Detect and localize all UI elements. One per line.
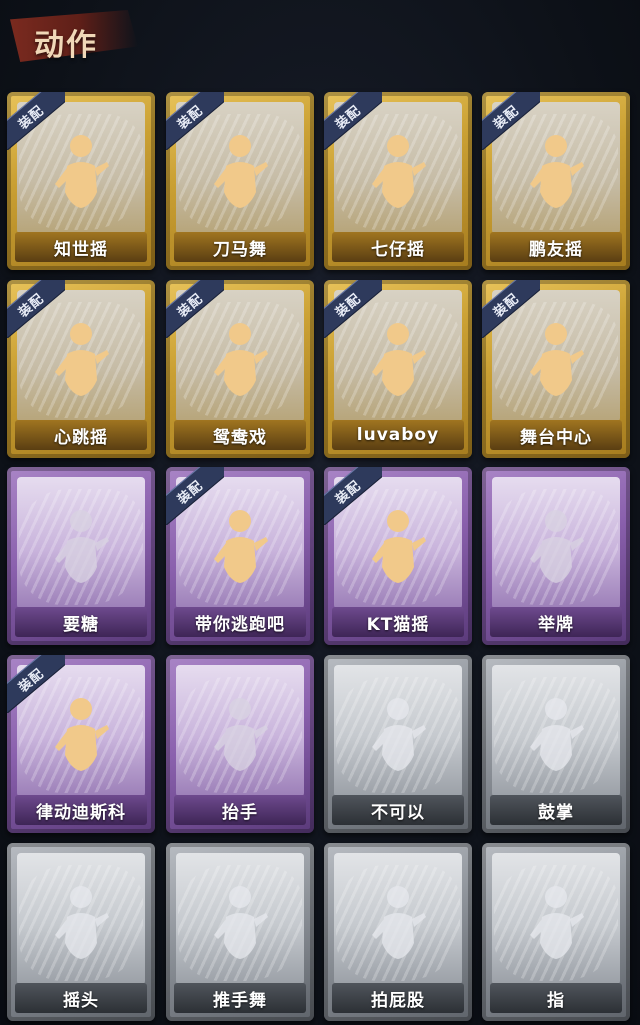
- emote-card[interactable]: 律动迪斯科 装配: [7, 655, 155, 833]
- equipped-label: 装配: [15, 290, 47, 321]
- card-label-bar: 拍屁股: [332, 983, 464, 1013]
- emote-card[interactable]: 举牌: [482, 467, 630, 645]
- card-label-bar: 鸳鸯戏: [174, 420, 306, 450]
- card-label-bar: 要糖: [15, 607, 147, 637]
- emote-card[interactable]: 鹏友摇 装配: [482, 92, 630, 270]
- emote-name: 律动迪斯科: [36, 802, 126, 823]
- emote-name: 摇头: [63, 990, 99, 1011]
- emote-card[interactable]: KT猫摇 装配: [324, 467, 472, 645]
- equipped-label: 装配: [15, 102, 47, 133]
- card-label-bar: KT猫摇: [332, 607, 464, 637]
- emote-card[interactable]: 抬手: [166, 655, 314, 833]
- card-label-bar: 知世摇: [15, 232, 147, 262]
- bending-figure-icon: [368, 883, 428, 967]
- equipped-badge: 装配: [7, 92, 65, 150]
- equipped-badge: 装配: [166, 467, 224, 525]
- emote-card[interactable]: 鼓掌: [482, 655, 630, 833]
- card-label-bar: 抬手: [174, 795, 306, 825]
- equipped-badge: 装配: [166, 280, 224, 338]
- emote-card[interactable]: 知世摇 装配: [7, 92, 155, 270]
- emote-name: 舞台中心: [520, 427, 592, 448]
- card-label-bar: 鹏友摇: [490, 232, 622, 262]
- emote-card[interactable]: 刀马舞 装配: [166, 92, 314, 270]
- emote-card[interactable]: 鸳鸯戏 装配: [166, 280, 314, 458]
- emote-card[interactable]: 拍屁股: [324, 843, 472, 1021]
- card-label-bar: 推手舞: [174, 983, 306, 1013]
- emote-name: 推手舞: [213, 990, 267, 1011]
- emote-card[interactable]: 要糖: [7, 467, 155, 645]
- emote-name: 知世摇: [54, 239, 108, 260]
- equipped-badge: 装配: [482, 280, 540, 338]
- emote-card[interactable]: luvaboy 装配: [324, 280, 472, 458]
- equipped-badge: 装配: [7, 280, 65, 338]
- emote-name: 抬手: [222, 802, 258, 823]
- card-label-bar: 鼓掌: [490, 795, 622, 825]
- card-label-bar: 带你逃跑吧: [174, 607, 306, 637]
- finger-wag-icon: [368, 695, 428, 779]
- card-label-bar: 不可以: [332, 795, 464, 825]
- emote-card[interactable]: 七仔摇 装配: [324, 92, 472, 270]
- emote-card[interactable]: 摇头: [7, 843, 155, 1021]
- equipped-label: 装配: [174, 290, 206, 321]
- card-label-bar: 律动迪斯科: [15, 795, 147, 825]
- emote-name: KT猫摇: [366, 614, 430, 635]
- equipped-badge: 装配: [324, 92, 382, 150]
- emote-name: 七仔摇: [371, 239, 425, 260]
- card-label-bar: 刀马舞: [174, 232, 306, 262]
- equipped-label: 装配: [332, 102, 364, 133]
- emote-card[interactable]: 推手舞: [166, 843, 314, 1021]
- card-label-bar: 舞台中心: [490, 420, 622, 450]
- shaking-head-icon: [51, 883, 111, 967]
- emote-name: 刀马舞: [213, 239, 267, 260]
- equipped-label: 装配: [332, 290, 364, 321]
- equipped-label: 装配: [174, 477, 206, 508]
- reaching-figure-icon: [51, 507, 111, 591]
- emote-grid: 知世摇 装配 刀马舞 装配 七仔摇 装配 鹏友摇 装配 心跳摇 装配 鸳鸯戏 装配 luvaboy 装配舞…: [0, 0, 640, 1025]
- emote-name: luvaboy: [356, 425, 440, 445]
- emote-name: 指: [547, 990, 565, 1011]
- equipped-label: 装配: [332, 477, 364, 508]
- clapping-hands-icon: [526, 695, 586, 779]
- emote-name: 拍屁股: [371, 990, 425, 1011]
- emote-name: 鹏友摇: [529, 239, 583, 260]
- card-label-bar: 七仔摇: [332, 232, 464, 262]
- card-label-bar: luvaboy: [332, 420, 464, 450]
- equipped-label: 装配: [490, 290, 522, 321]
- equipped-badge: 装配: [324, 280, 382, 338]
- emote-name: 举牌: [538, 614, 574, 635]
- pushing-hands-icon: [210, 883, 270, 967]
- card-label-bar: 指: [490, 983, 622, 1013]
- card-label-bar: 举牌: [490, 607, 622, 637]
- emote-card[interactable]: 舞台中心 装配: [482, 280, 630, 458]
- equipped-label: 装配: [15, 665, 47, 696]
- holding-sign-icon: [526, 507, 586, 591]
- card-label-bar: 摇头: [15, 983, 147, 1013]
- emote-name: 鼓掌: [538, 802, 574, 823]
- raising-hand-icon: [210, 695, 270, 779]
- emote-card[interactable]: 指: [482, 843, 630, 1021]
- emote-card[interactable]: 不可以: [324, 655, 472, 833]
- equipped-badge: 装配: [166, 92, 224, 150]
- emote-card[interactable]: 心跳摇 装配: [7, 280, 155, 458]
- emote-name: 不可以: [371, 802, 425, 823]
- card-label-bar: 心跳摇: [15, 420, 147, 450]
- equipped-label: 装配: [174, 102, 206, 133]
- equipped-badge: 装配: [482, 92, 540, 150]
- pointing-hand-icon: [526, 883, 586, 967]
- emote-name: 要糖: [63, 614, 99, 635]
- equipped-label: 装配: [490, 102, 522, 133]
- emote-card[interactable]: 带你逃跑吧 装配: [166, 467, 314, 645]
- emote-name: 带你逃跑吧: [195, 614, 285, 635]
- emote-name: 心跳摇: [54, 427, 108, 448]
- equipped-badge: 装配: [324, 467, 382, 525]
- equipped-badge: 装配: [7, 655, 65, 713]
- emote-name: 鸳鸯戏: [213, 427, 267, 448]
